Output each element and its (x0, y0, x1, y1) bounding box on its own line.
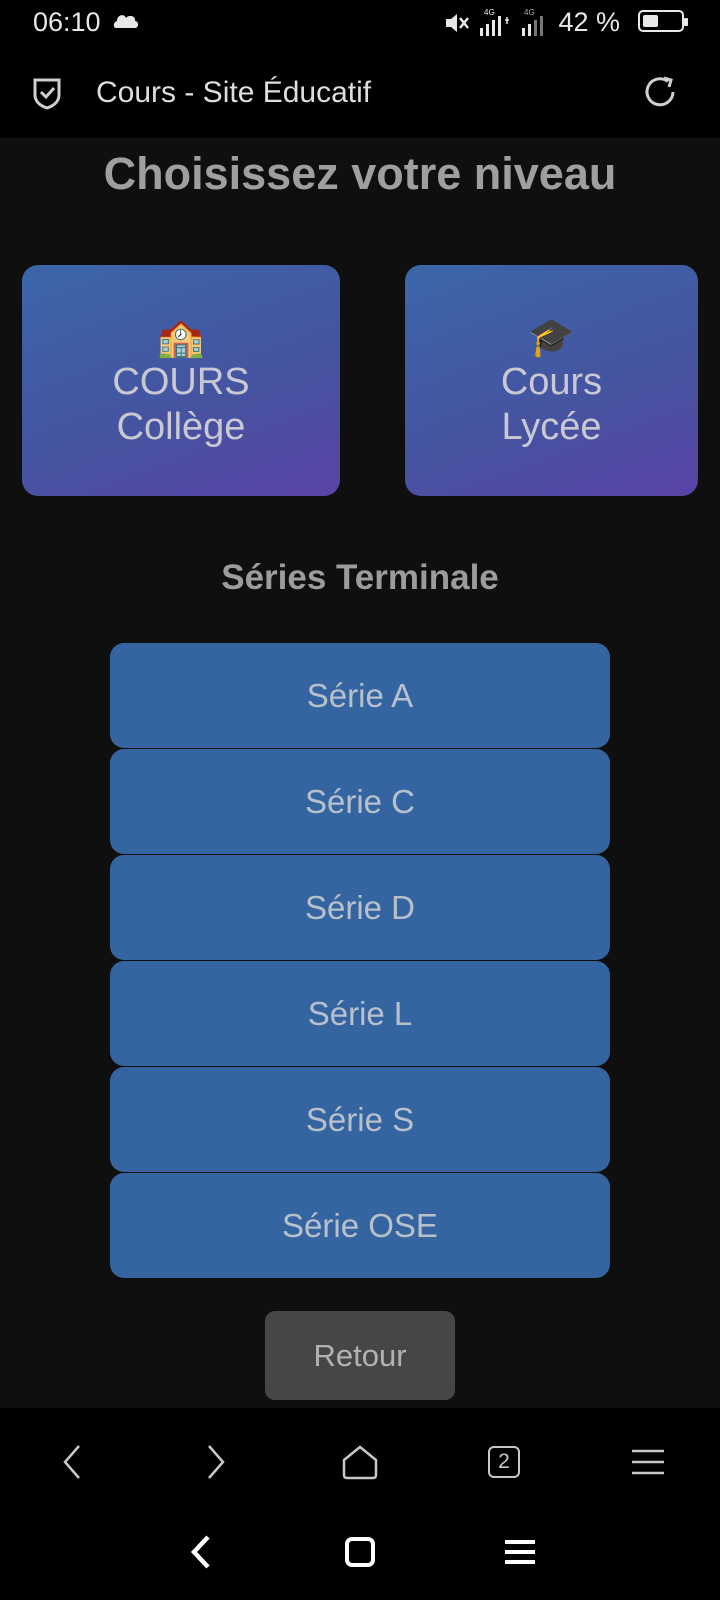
browser-navigation-bar: 2 (0, 1408, 720, 1506)
browser-toolbar: Cours - Site Éducatif (0, 46, 720, 138)
home-icon (342, 1445, 378, 1480)
graduation-cap-icon: 🎓 (527, 316, 576, 359)
back-arrow-icon (190, 1535, 210, 1569)
school-icon: 🏫 (157, 316, 205, 359)
browser-page-title: Cours - Site Éducatif (96, 76, 372, 109)
card-label-line1: Cours (500, 360, 603, 403)
system-navigation-bar (0, 1506, 720, 1600)
status-bar: 06:10 4G 4G 42 % (0, 0, 720, 46)
card-label-line2: Collège (116, 405, 246, 448)
series-l-button[interactable]: Série L (110, 961, 610, 1066)
lycee-courses-card[interactable]: 🎓 Cours Lycée (405, 265, 698, 496)
chevron-right-icon (208, 1445, 225, 1479)
status-time: 06:10 (33, 7, 101, 37)
series-list: Série A Série C Série D Série L Série S … (110, 643, 610, 1279)
signal-icon: 4G (480, 8, 510, 36)
status-indicators: 4G 4G 42 % (442, 7, 670, 38)
system-recents-button[interactable] (497, 1529, 543, 1575)
series-ose-button[interactable]: Série OSE (110, 1173, 610, 1278)
series-s-button[interactable]: Série S (110, 1067, 610, 1172)
section-title: Séries Terminale (221, 558, 499, 597)
svg-text:4G: 4G (524, 8, 535, 17)
card-label-line1: COURS (112, 360, 250, 403)
battery-fill (643, 15, 659, 27)
square-home-icon (345, 1537, 375, 1567)
series-a-button[interactable]: Série A (110, 643, 610, 748)
shield-check-icon[interactable] (28, 73, 66, 111)
series-c-button[interactable]: Série C (110, 749, 610, 854)
battery-percent: 42 % (558, 7, 620, 37)
battery-icon (638, 10, 688, 32)
browser-home-button[interactable] (336, 1438, 384, 1486)
mute-icon (446, 13, 470, 32)
series-d-button[interactable]: Série D (110, 855, 610, 960)
browser-menu-button[interactable] (624, 1438, 672, 1486)
chevron-left-icon (63, 1445, 80, 1479)
system-back-button[interactable] (178, 1529, 224, 1575)
signal-icon-2: 4G (522, 8, 544, 36)
page-content: Choisissez votre niveau 🏫 COURS Collège … (0, 138, 720, 1408)
network-label: 4G (484, 8, 495, 17)
card-label-line2: Lycée (501, 405, 602, 448)
browser-forward-button[interactable] (192, 1438, 240, 1486)
reload-icon[interactable] (640, 72, 680, 112)
menu-lines-icon (505, 1540, 535, 1564)
page-title: Choisissez votre niveau (103, 148, 617, 199)
browser-back-button[interactable] (48, 1438, 96, 1486)
back-button[interactable]: Retour (265, 1311, 455, 1400)
browser-tabs-button[interactable]: 2 (480, 1438, 528, 1486)
tab-count-badge: 2 (488, 1446, 520, 1478)
hamburger-menu-icon (632, 1449, 664, 1475)
cloud-icon (113, 15, 138, 28)
system-home-button[interactable] (337, 1529, 383, 1575)
college-courses-card[interactable]: 🏫 COURS Collège (22, 265, 340, 496)
